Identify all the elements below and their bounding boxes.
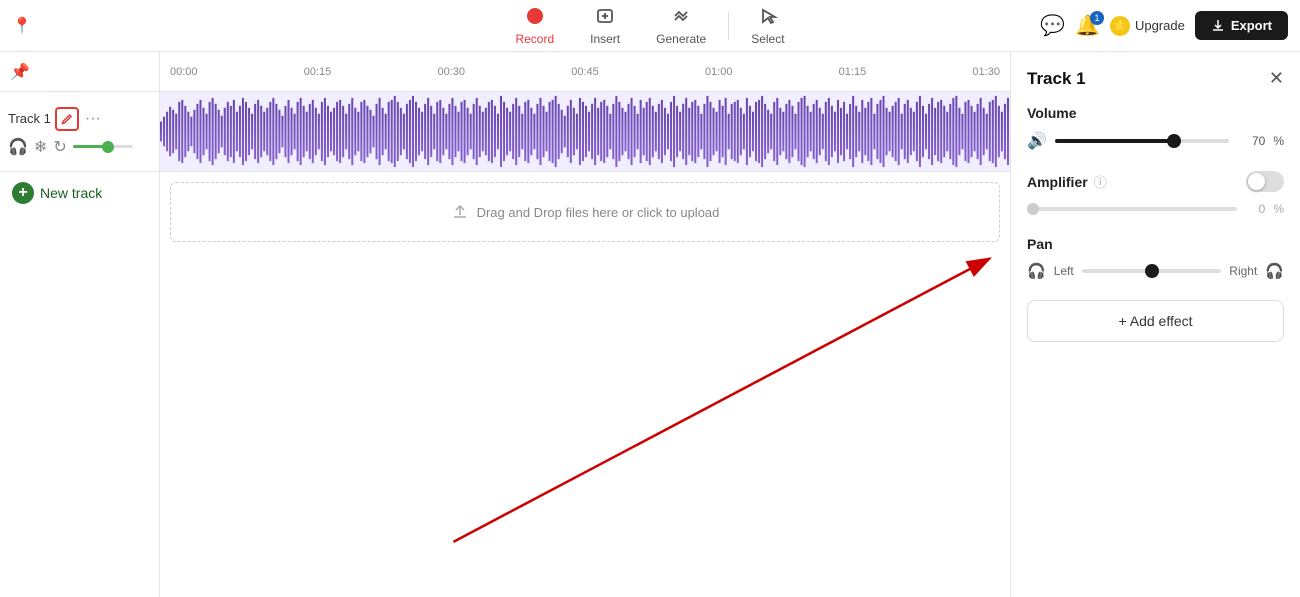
upload-drop-zone[interactable]: Drag and Drop files here or click to upl… — [170, 182, 1000, 242]
generate-button[interactable]: Generate — [638, 0, 724, 52]
toolbar-left: 📍 — [0, 0, 32, 51]
timeline-header: 📌 00:00 00:15 00:30 00:45 01:00 01:15 01… — [0, 52, 1010, 92]
track-headphone-button[interactable]: 🎧 — [8, 137, 28, 157]
pin-icon: 📍 — [12, 16, 32, 36]
pan-right-label: Right — [1229, 264, 1257, 278]
ruler-mark-5: 01:15 — [839, 66, 867, 78]
notifications-button[interactable]: 🔔 1 — [1075, 13, 1100, 38]
export-label: Export — [1231, 18, 1272, 33]
amp-percent: % — [1273, 202, 1284, 216]
volume-value: 70 — [1237, 134, 1265, 148]
generate-icon — [671, 6, 691, 30]
ruler-mark-6: 01:30 — [972, 66, 1000, 78]
ruler-mark-4: 01:00 — [705, 66, 733, 78]
insert-button[interactable]: Insert — [572, 0, 638, 52]
toolbar-right: 💬 🔔 1 ⭐ Upgrade Export — [1040, 0, 1300, 51]
ruler-mark-2: 00:30 — [437, 66, 465, 78]
volume-icon: 🔊 — [1027, 131, 1047, 151]
upload-icon — [451, 203, 469, 221]
select-button[interactable]: Select — [733, 0, 802, 52]
chat-icon[interactable]: 💬 — [1040, 13, 1065, 38]
tracks-area: Track 1 ··· 🎧 ❄ ↻ — [0, 92, 1010, 597]
amplifier-label: Amplifier — [1027, 174, 1088, 190]
insert-label: Insert — [590, 32, 620, 46]
upgrade-label: Upgrade — [1135, 18, 1185, 33]
track-edit-button[interactable] — [55, 107, 79, 131]
amplifier-row: Amplifier ⓘ — [1027, 171, 1284, 192]
waveform-svg: // Will be rendered in the SVG inline — [160, 92, 1010, 171]
track-snowflake-button[interactable]: ❄ — [34, 137, 47, 157]
panel-title: Track 1 — [1027, 69, 1086, 89]
new-track-label: New track — [40, 185, 102, 201]
record-button[interactable]: Record — [497, 0, 572, 52]
waveform-track-1[interactable]: // Will be rendered in the SVG inline — [160, 92, 1010, 172]
right-panel: ‹ Track 1 ✕ Volume 🔊 70 % Amplifier ⓘ 0 — [1010, 52, 1300, 597]
amplifier-slider — [1027, 207, 1237, 211]
main-area: 📌 00:00 00:15 00:30 00:45 01:00 01:15 01… — [0, 52, 1300, 597]
record-label: Record — [515, 32, 554, 46]
track-icons-row: 🎧 ❄ ↻ — [8, 137, 151, 157]
amp-slider-row: 0 % — [1027, 202, 1284, 216]
volume-row: 🔊 70 % — [1027, 131, 1284, 151]
toolbar: 📍 Record Insert — [0, 0, 1300, 52]
insert-icon — [595, 6, 615, 30]
track-1-control: Track 1 ··· 🎧 ❄ ↻ — [0, 92, 159, 172]
new-track-plus-icon: + — [12, 182, 34, 204]
panel-close-button[interactable]: ✕ — [1269, 68, 1284, 89]
track-loop-button[interactable]: ↻ — [53, 137, 66, 157]
pan-right-icon: 🎧 — [1265, 262, 1284, 280]
pan-section: Pan 🎧 Left Right 🎧 — [1027, 236, 1284, 280]
amp-value: 0 — [1245, 202, 1265, 216]
track-volume-slider[interactable] — [73, 145, 133, 148]
toolbar-center: Record Insert Generate — [497, 0, 802, 52]
generate-label: Generate — [656, 32, 706, 46]
select-label: Select — [751, 32, 784, 46]
volume-percent: % — [1273, 134, 1284, 148]
amplifier-toggle[interactable] — [1246, 171, 1284, 192]
notification-badge: 1 — [1090, 11, 1104, 25]
amplifier-toggle-thumb — [1248, 173, 1265, 190]
ruler-mark-3: 00:45 — [571, 66, 599, 78]
select-icon — [758, 6, 778, 30]
timeline-ruler: 00:00 00:15 00:30 00:45 01:00 01:15 01:3… — [160, 52, 1010, 92]
coin-icon: ⭐ — [1110, 16, 1130, 36]
track-volume-wrap — [73, 145, 151, 148]
track-1-name: Track 1 — [8, 111, 51, 126]
track-name-row: Track 1 ··· — [8, 107, 151, 131]
volume-slider[interactable] — [1055, 139, 1229, 143]
pan-slider[interactable] — [1082, 269, 1222, 273]
record-icon — [525, 6, 545, 30]
track-header-spacer: 📌 — [0, 52, 160, 92]
panel-header: Track 1 ✕ — [1027, 68, 1284, 89]
pan-left-label: Left — [1054, 264, 1074, 278]
track-more-button[interactable]: ··· — [83, 110, 103, 128]
upload-zone-text: Drag and Drop files here or click to upl… — [477, 205, 720, 220]
ruler-mark-1: 00:15 — [304, 66, 332, 78]
pan-left-icon: 🎧 — [1027, 262, 1046, 280]
pan-slider-row: 🎧 Left Right 🎧 — [1027, 262, 1284, 280]
ruler-marks: 00:00 00:15 00:30 00:45 01:00 01:15 01:3… — [170, 66, 1000, 78]
pan-label: Pan — [1027, 236, 1284, 252]
collapse-panel-button[interactable]: ‹ — [1010, 305, 1011, 345]
header-pin-icon: 📌 — [10, 62, 30, 82]
upgrade-button[interactable]: ⭐ Upgrade — [1110, 16, 1185, 36]
volume-label: Volume — [1027, 105, 1284, 121]
new-track-button[interactable]: + New track — [0, 172, 114, 214]
waveform-area: // Will be rendered in the SVG inline — [160, 92, 1010, 597]
amplifier-info-icon[interactable]: ⓘ — [1094, 172, 1107, 191]
amplifier-left: Amplifier ⓘ — [1027, 172, 1107, 191]
export-button[interactable]: Export — [1195, 11, 1288, 40]
add-effect-label: + Add effect — [1118, 313, 1192, 329]
toolbar-divider — [728, 12, 729, 40]
track-controls: Track 1 ··· 🎧 ❄ ↻ — [0, 92, 160, 597]
add-effect-button[interactable]: + Add effect — [1027, 300, 1284, 342]
ruler-mark-0: 00:00 — [170, 66, 198, 78]
